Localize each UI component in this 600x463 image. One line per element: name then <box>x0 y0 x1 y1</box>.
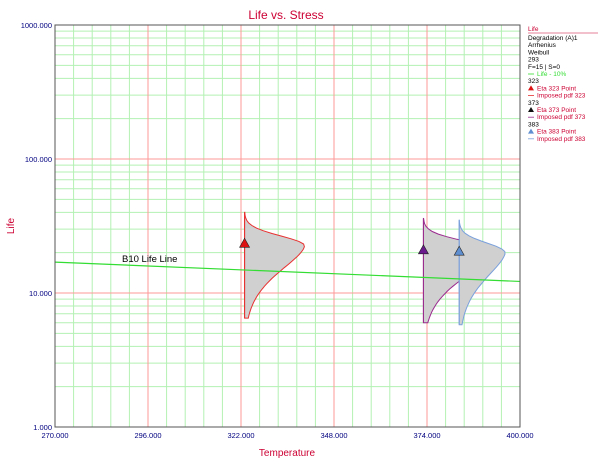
legend-entry: Arrhenius <box>528 42 557 49</box>
legend-entry: Degradation (A)1 <box>528 35 578 42</box>
x-tick-label: 322.000 <box>227 431 254 440</box>
y-tick-label: 1000.000 <box>21 21 52 30</box>
legend-entry: Life - 10% <box>537 71 566 78</box>
legend-entry: Imposed pdf 383 <box>537 136 586 143</box>
legend-header: Life <box>528 26 539 33</box>
legend-entry: Imposed pdf 373 <box>537 114 586 121</box>
legend-entry: Eta 323 Point <box>537 85 576 92</box>
chart-title: Life vs. Stress <box>248 8 323 22</box>
x-tick-label: 270.000 <box>41 431 68 440</box>
y-tick-label: 10.000 <box>29 289 52 298</box>
legend-entry: 293 <box>528 57 539 64</box>
life-vs-stress-chart: Life vs. Stress B10 Life Line 270.000 296… <box>0 0 600 463</box>
chart-background <box>0 0 600 463</box>
legend-entry: F=15 | S=0 <box>528 64 560 71</box>
x-axis-label: Temperature <box>259 448 316 459</box>
legend-entry: Imposed pdf 323 <box>537 93 586 100</box>
y-tick-label: 100.000 <box>25 155 52 164</box>
legend-entry: Eta 373 Point <box>537 107 576 114</box>
x-tick-label: 348.000 <box>320 431 347 440</box>
y-tick-label: 1.000 <box>33 423 52 432</box>
legend-entry: 373 <box>528 100 539 107</box>
y-axis-label: Life <box>6 218 17 235</box>
legend-entry: 383 <box>528 121 539 128</box>
x-tick-label: 400.000 <box>506 431 533 440</box>
x-tick-label: 296.000 <box>134 431 161 440</box>
legend-entry: 323 <box>528 78 539 85</box>
legend-entry: Eta 383 Point <box>537 129 576 136</box>
legend-entry: Weibull <box>528 49 550 56</box>
b10-life-line-label: B10 Life Line <box>122 254 177 265</box>
x-tick-label: 374.000 <box>413 431 440 440</box>
